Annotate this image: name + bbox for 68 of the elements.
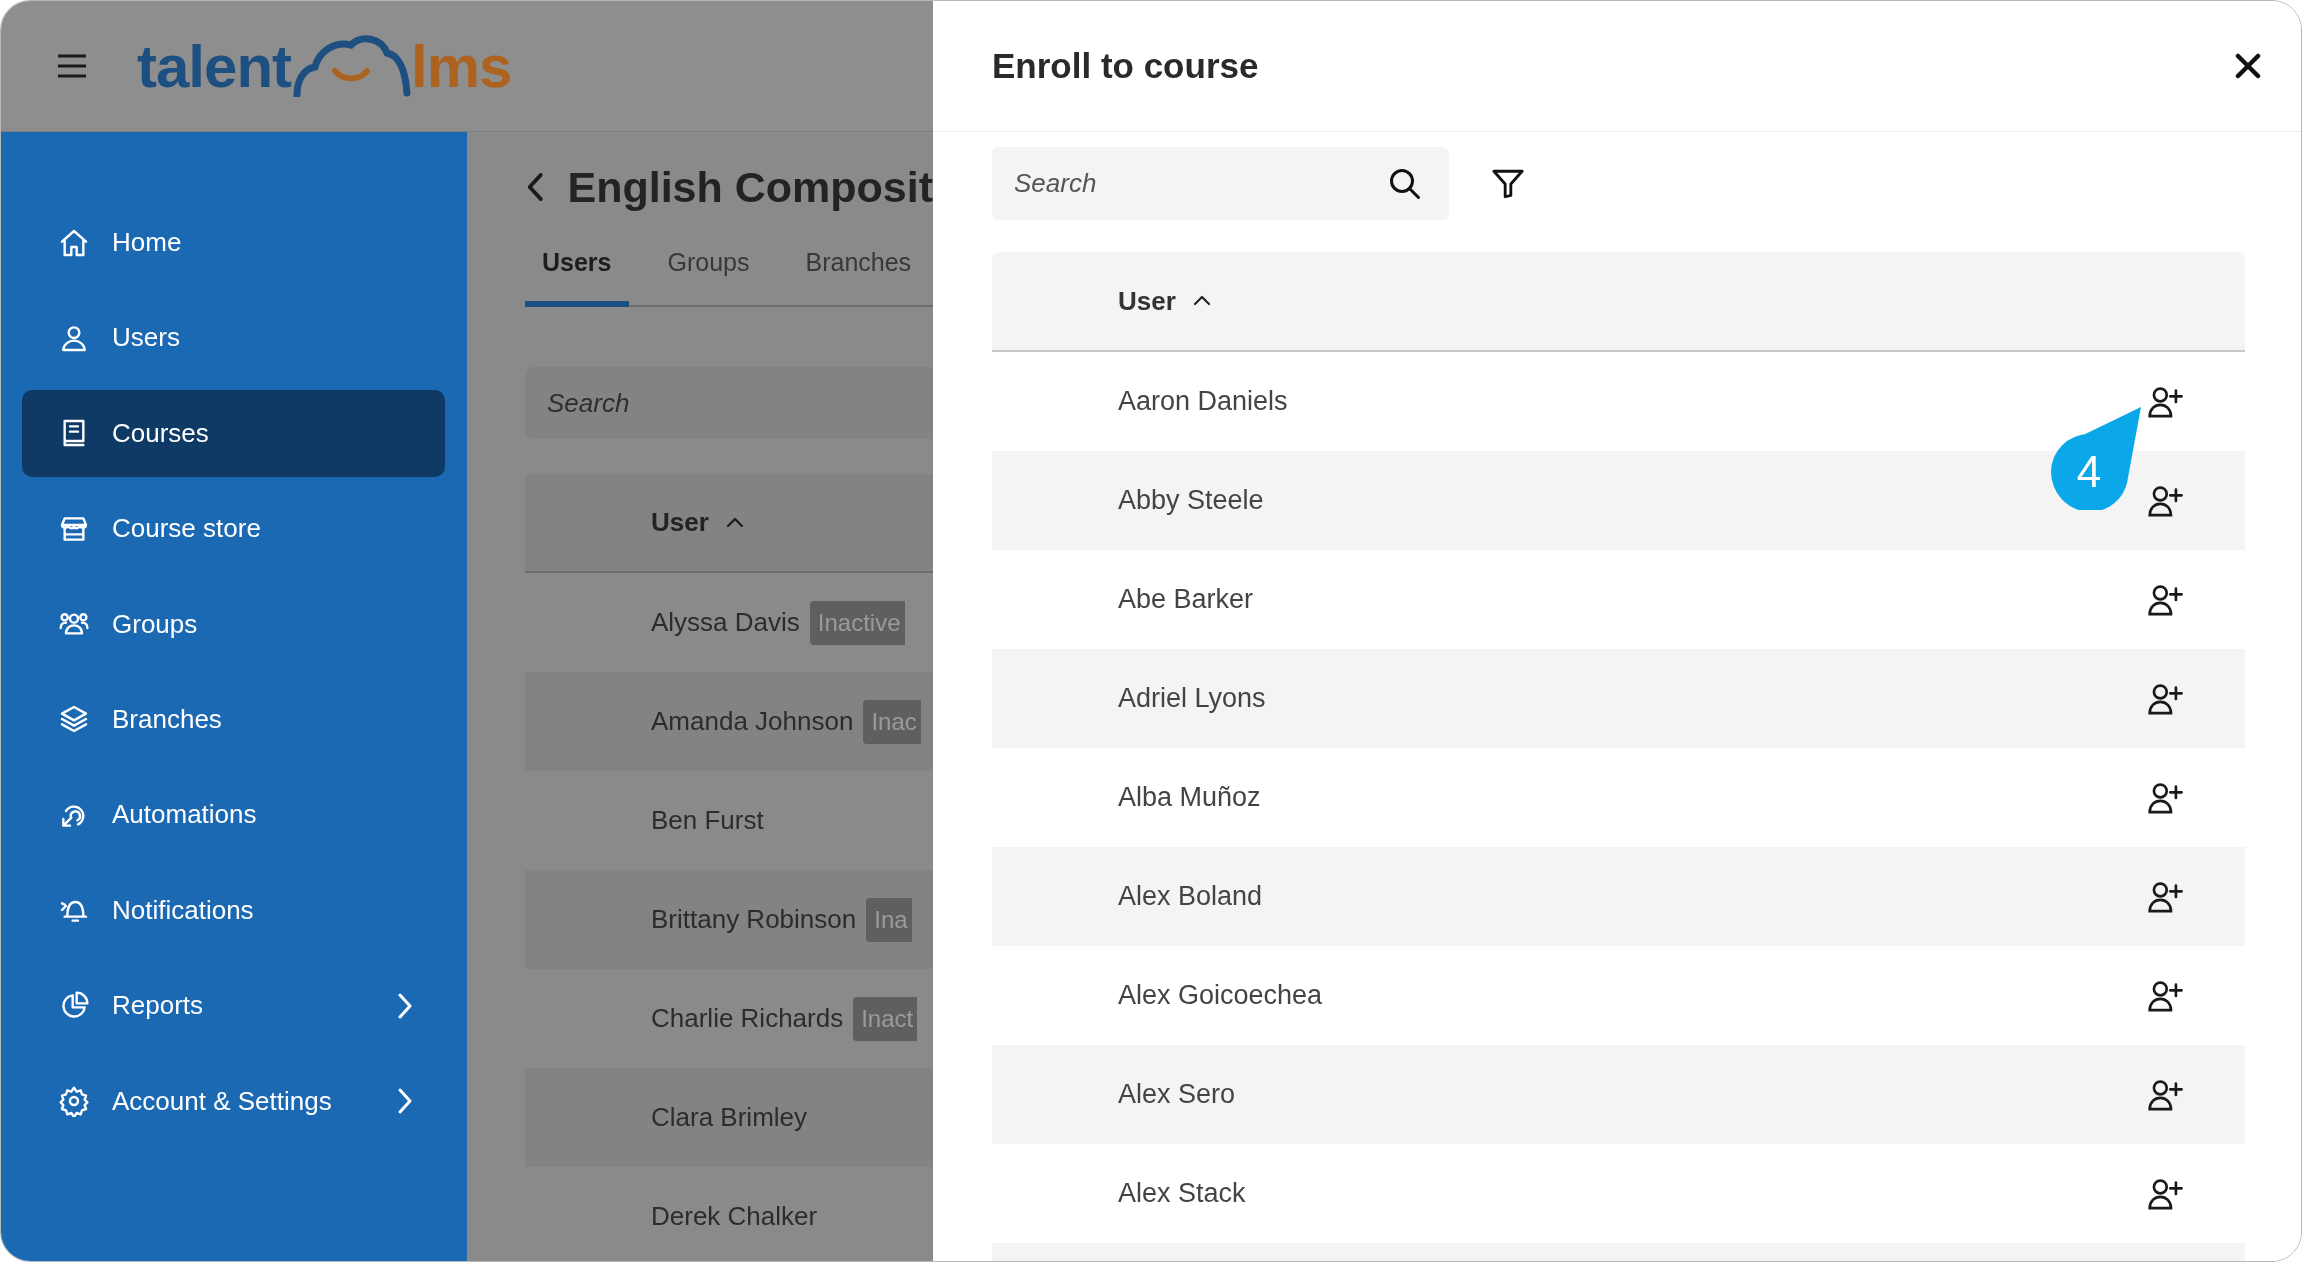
sidebar-item[interactable]: Automations xyxy=(22,771,445,859)
user-name: Alyssa Davis xyxy=(651,607,800,638)
table-row[interactable]: Alex Boland xyxy=(992,847,2245,946)
step-marker: 4 xyxy=(2051,405,2143,510)
table-row[interactable]: Clara Brimley xyxy=(525,1068,933,1167)
course-title: English Composit xyxy=(567,162,933,212)
column-header[interactable]: User xyxy=(1118,285,1176,317)
table-row[interactable]: Alex Goicoechea xyxy=(992,946,2245,1045)
tab[interactable]: Groups xyxy=(650,237,767,307)
user-name: Adriel Lyons xyxy=(1118,683,1266,714)
settings-icon xyxy=(58,1085,90,1117)
table-row[interactable]: Derek Chalker xyxy=(525,1167,933,1261)
dialog-title: Enroll to course xyxy=(992,46,1259,86)
column-header[interactable]: User xyxy=(651,507,709,538)
sidebar-item[interactable]: Notifications xyxy=(22,866,445,954)
close-icon[interactable] xyxy=(2235,53,2261,79)
status-badge: Inac xyxy=(863,699,921,744)
user-name: Derek Chalker xyxy=(651,1201,818,1232)
sidebar-item[interactable]: Reports xyxy=(22,962,445,1050)
table-row[interactable]: Alba Muñoz xyxy=(992,748,2245,847)
table-row[interactable]: Brittany Robinson Ina xyxy=(525,870,933,969)
user-name: Ben Furst xyxy=(651,805,764,836)
menu-icon[interactable] xyxy=(57,54,87,78)
user-name: Charlie Richards xyxy=(651,1003,844,1034)
sidebar-item[interactable]: Branches xyxy=(22,675,445,763)
add-user-icon[interactable] xyxy=(2147,780,2185,815)
back-icon[interactable] xyxy=(525,170,546,204)
add-user-icon[interactable] xyxy=(2147,582,2185,617)
table-row[interactable]: Abe Barker xyxy=(992,550,2245,649)
sidebar-item[interactable]: Users xyxy=(22,294,445,382)
add-user-icon[interactable] xyxy=(2147,483,2185,518)
table-row[interactable]: Alex Stack xyxy=(992,1144,2245,1243)
status-badge: Inact xyxy=(853,996,918,1041)
tab[interactable]: Users xyxy=(525,237,629,307)
sidebar-item[interactable]: Course store xyxy=(22,485,445,573)
sidebar-item[interactable]: Courses xyxy=(22,389,445,477)
add-user-icon[interactable] xyxy=(2147,978,2185,1013)
user-name: Abby Steele xyxy=(1118,485,1264,516)
status-badge: Ina xyxy=(866,897,912,942)
user-name: Brittany Robinson xyxy=(651,904,857,935)
table-row[interactable]: Adriel Lyons xyxy=(992,649,2245,748)
add-user-icon[interactable] xyxy=(2147,1176,2185,1211)
add-user-icon[interactable] xyxy=(2147,879,2185,914)
user-name: Alex Stack xyxy=(1118,1178,1246,1209)
table-row[interactable]: Amanda Johnson Inac xyxy=(525,672,933,771)
sidebar-item[interactable]: Account & Settings xyxy=(22,1057,445,1145)
user-name: Alba Muñoz xyxy=(1118,782,1261,813)
add-user-icon[interactable] xyxy=(2147,681,2185,716)
user-name: Aaron Daniels xyxy=(1118,386,1288,417)
user-name: Alex Sero xyxy=(1118,1079,1236,1110)
user-name: Clara Brimley xyxy=(651,1102,808,1133)
filter-icon[interactable] xyxy=(1491,167,1525,200)
user-name: Alex Goicoechea xyxy=(1118,980,1323,1011)
add-user-icon[interactable] xyxy=(2147,384,2185,419)
table-row[interactable]: Charlie Richards Inact xyxy=(525,969,933,1068)
table-row[interactable]: Alex Sero xyxy=(992,1045,2245,1144)
sidebar-item[interactable]: Home xyxy=(22,199,445,286)
status-badge: Inactive xyxy=(809,600,905,645)
tab[interactable]: Branches xyxy=(788,237,929,307)
search-field[interactable]: Search xyxy=(992,147,1449,220)
table-row[interactable]: Alyssa Davis Inactive xyxy=(525,573,933,672)
user-name: Abe Barker xyxy=(1118,584,1254,615)
user-name: Alex Boland xyxy=(1118,881,1263,912)
search-field[interactable]: Search xyxy=(525,367,933,439)
user-name: Amanda Johnson xyxy=(651,706,854,737)
sidebar-item[interactable]: Groups xyxy=(22,580,445,668)
add-user-icon[interactable] xyxy=(2147,1077,2185,1112)
table-row[interactable]: Ben Furst xyxy=(525,771,933,870)
